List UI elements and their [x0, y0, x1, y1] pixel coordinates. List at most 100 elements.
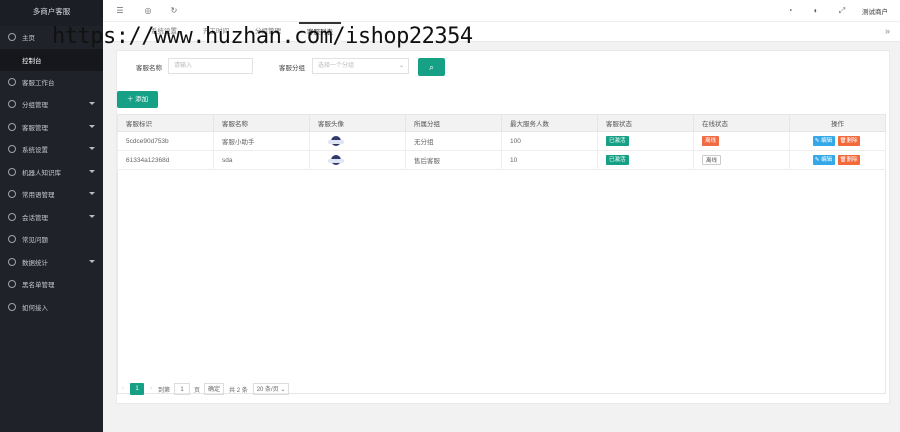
sidebar-item-settings[interactable]: 系统设置 [0, 138, 103, 161]
robot-icon [8, 167, 16, 176]
cell-id: 5cdce90d753b [117, 131, 214, 151]
sidebar-item-phrases[interactable]: 常用语管理 [0, 183, 103, 206]
cell-group: 无分组 [405, 131, 502, 151]
col-name[interactable]: 客服名称 [213, 114, 310, 132]
chevron-down-icon [89, 214, 95, 218]
theme-icon[interactable]: ◐ [811, 6, 821, 16]
delete-label: 删除 [846, 157, 858, 163]
sidebar-item-label: 客服管理 [22, 124, 48, 132]
edit-button[interactable]: ✎ 编辑 [812, 136, 835, 146]
edit-button[interactable]: ✎ 编辑 [812, 155, 835, 165]
link-icon [8, 302, 16, 311]
sidebar-item-integration[interactable]: 如何接入 [0, 296, 103, 319]
col-avatar[interactable]: 客服头像 [309, 114, 406, 132]
delete-button[interactable]: 🗑删除 [837, 136, 860, 146]
sidebar-item-label: 黑名单管理 [22, 282, 55, 290]
sidebar-item-workbench[interactable]: 客服工作台 [0, 71, 103, 94]
user-icon [8, 122, 16, 131]
menu-icon[interactable]: ☰ [115, 6, 125, 16]
sidebar-item-stats[interactable]: 数据统计 [0, 251, 103, 274]
add-button[interactable]: ＋ 添加 [117, 91, 158, 108]
agents-table: 客服标识 客服名称 客服头像 所属分组 最大服务人数 客服状态 在线状态 操作 … [117, 114, 886, 170]
group-filter-label: 客服分组 [279, 65, 305, 72]
cell-max: 10 [501, 150, 598, 170]
sidebar-item-groups[interactable]: 分组管理 [0, 93, 103, 116]
chevron-down-icon [89, 259, 95, 263]
cell-max: 100 [501, 131, 598, 151]
avatar [318, 135, 354, 147]
sidebar-item-faq[interactable]: 常见问题 [0, 228, 103, 251]
sidebar-item-label: 系统设置 [22, 147, 48, 155]
tabs-more-icon[interactable]: » [885, 26, 890, 36]
online-badge: 离线 [702, 155, 722, 165]
page-1[interactable]: 1 [130, 383, 144, 395]
edit-label: 编辑 [821, 138, 833, 144]
group-icon [8, 100, 16, 109]
monitor-icon [8, 77, 16, 86]
cell-online: 离线 [693, 150, 790, 170]
total-count: 共 2 条 [229, 387, 248, 394]
chevron-down-icon [89, 192, 95, 195]
chevron-down-icon [89, 124, 95, 128]
sidebar-item-label: 机器人知识库 [22, 169, 61, 177]
col-max[interactable]: 最大服务人数 [501, 114, 598, 132]
cell-avatar [309, 131, 406, 151]
sidebar-item-label: 客服工作台 [22, 79, 55, 87]
sidebar-item-label: 数据统计 [22, 259, 48, 267]
sidebar-item-label: 分组管理 [22, 102, 48, 110]
cell-status: 已激活 [597, 131, 694, 151]
search-button[interactable]: ⌕ [418, 58, 445, 76]
page-input[interactable]: 1 [174, 383, 191, 395]
top-bar: ☰ ◎ ↻ ◔ ◐ ⤢ 测试商户 [103, 0, 900, 22]
table-row: 61334a12368d sda 售后客服 10 已激活 离线 ✎ 编辑 🗑删除 [117, 150, 886, 170]
name-filter-label: 客服名称 [136, 65, 162, 72]
prev-page-icon[interactable]: ‹ [122, 386, 124, 392]
cell-name: 客服小助手 [213, 131, 310, 151]
add-button-label: 添加 [135, 96, 149, 103]
globe-icon[interactable]: ◎ [143, 6, 153, 16]
question-icon [8, 235, 16, 244]
cell-name: sda [213, 150, 310, 170]
status-badge[interactable]: 已激活 [606, 155, 629, 165]
home-icon [8, 33, 16, 42]
name-filter-input[interactable]: 请输入 [168, 58, 253, 74]
plus-icon: ＋ [126, 96, 136, 103]
watermark: https://www.huzhan.com/ishop22354 [52, 24, 473, 49]
col-online[interactable]: 在线状态 [693, 114, 790, 132]
app-title: 多商户客服 [0, 0, 103, 26]
sidebar-item-robot[interactable]: 机器人知识库 [0, 161, 103, 184]
refresh-icon[interactable]: ↻ [169, 6, 179, 16]
col-actions: 操作 [789, 114, 886, 132]
cell-online: 离线 [693, 131, 790, 151]
table-row: 5cdce90d753b 客服小助手 无分组 100 已激活 离线 ✎ 编辑 🗑删… [117, 131, 886, 151]
user-menu[interactable]: 测试商户 [862, 6, 888, 16]
chevron-down-icon: ⌄ [398, 63, 404, 69]
cell-group: 售后客服 [405, 150, 502, 170]
cell-status: 已激活 [597, 150, 694, 170]
chevron-down-icon [89, 147, 95, 150]
col-group[interactable]: 所属分组 [405, 114, 502, 132]
bell-icon[interactable]: ◔ [785, 6, 795, 16]
cell-id: 61334a12368d [117, 150, 214, 170]
page-size-select[interactable]: 20 条/页 ⌄ [252, 383, 290, 395]
document-icon [8, 190, 16, 199]
block-icon [8, 280, 16, 289]
sidebar-item-console[interactable]: 控制台 [0, 48, 103, 71]
fullscreen-icon[interactable]: ⤢ [837, 6, 847, 16]
sidebar: 多商户客服 主页 控制台 客服工作台 分组管理 客服管理 系统设置 机器人知识库… [0, 0, 103, 432]
gear-icon [8, 145, 16, 154]
cell-actions: ✎ 编辑 🗑删除 [789, 150, 886, 170]
next-page-icon[interactable]: › [150, 386, 152, 392]
confirm-button[interactable]: 确定 [204, 383, 225, 395]
cell-avatar [309, 150, 406, 170]
sidebar-item-sessions[interactable]: 会话管理 [0, 206, 103, 229]
status-badge[interactable]: 已激活 [606, 136, 629, 146]
delete-button[interactable]: 🗑删除 [837, 155, 860, 165]
sidebar-item-agents[interactable]: 客服管理 [0, 116, 103, 139]
goto-label: 到第 [158, 387, 171, 394]
group-filter-select[interactable]: 选择一个分组 ⌄ [312, 58, 409, 74]
col-id[interactable]: 客服标识 [117, 114, 214, 132]
chevron-down-icon [89, 102, 95, 105]
sidebar-item-blacklist[interactable]: 黑名单管理 [0, 273, 103, 296]
col-status[interactable]: 客服状态 [597, 114, 694, 132]
